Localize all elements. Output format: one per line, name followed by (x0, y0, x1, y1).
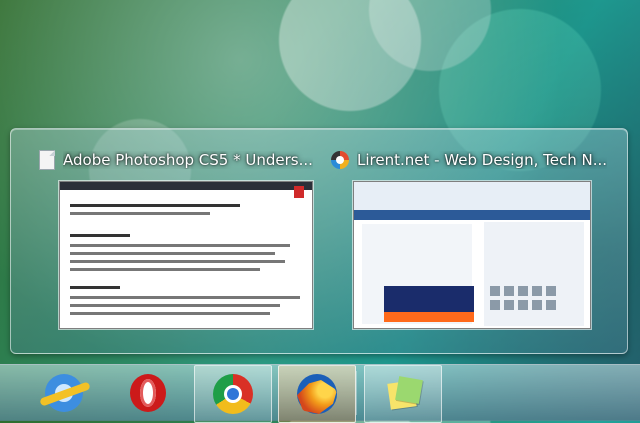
preview-avatar (504, 300, 514, 310)
preview-sidebar (484, 222, 584, 326)
preview-navbar (354, 210, 590, 220)
window-title: Adobe Photoshop CS5 * Unders... (63, 151, 313, 169)
preview-text-line (70, 252, 275, 255)
preview-avatar (490, 286, 500, 296)
preview-avatar (546, 286, 556, 296)
preview-text-line (70, 204, 240, 207)
preview-avatar (532, 300, 542, 310)
preview-text-line (70, 234, 130, 237)
preview-text-line (70, 286, 120, 289)
preview-text-line (70, 260, 285, 263)
preview-text-line (70, 268, 260, 271)
window-thumbnail-2[interactable]: Lirent.net - Web Design, Tech N... (331, 129, 619, 339)
window-title-row: Adobe Photoshop CS5 * Unders... (39, 147, 327, 173)
preview-header (354, 182, 590, 210)
preview-text-line (70, 296, 300, 299)
preview-text-line (70, 304, 280, 307)
adobe-logo-icon (294, 186, 304, 198)
internet-explorer-icon (45, 374, 83, 412)
window-preview-image[interactable] (59, 181, 313, 329)
preview-image-banner (384, 312, 474, 322)
preview-topbar (60, 182, 312, 190)
taskbar-sticky-notes[interactable] (364, 365, 442, 423)
sticky-notes-icon (383, 374, 423, 414)
taskbar-internet-explorer[interactable] (26, 365, 102, 421)
taskbar-opera[interactable] (110, 365, 186, 421)
preview-avatar (546, 300, 556, 310)
preview-text-line (70, 212, 210, 215)
window-thumbnail-1[interactable]: Adobe Photoshop CS5 * Unders... (39, 129, 327, 339)
chrome-icon (213, 374, 253, 414)
taskbar-chrome[interactable] (194, 365, 272, 423)
preview-text-line (70, 244, 290, 247)
preview-avatar (504, 286, 514, 296)
window-preview-image[interactable] (353, 181, 591, 329)
preview-avatar (490, 300, 500, 310)
window-title-row: Lirent.net - Web Design, Tech N... (331, 147, 619, 173)
taskbar-firefox[interactable] (278, 365, 356, 423)
taskbar-divider (356, 371, 357, 415)
preview-avatar (532, 286, 542, 296)
firefox-icon (297, 374, 337, 414)
taskbar-thumbnail-preview: Adobe Photoshop CS5 * Unders... Lirent.n… (10, 128, 628, 354)
document-icon (39, 150, 55, 170)
window-title: Lirent.net - Web Design, Tech N... (357, 151, 607, 169)
lirent-icon (331, 151, 349, 169)
preview-text-line (70, 312, 270, 315)
opera-icon (130, 374, 166, 412)
preview-avatar (518, 300, 528, 310)
preview-avatar (518, 286, 528, 296)
taskbar (0, 364, 640, 423)
